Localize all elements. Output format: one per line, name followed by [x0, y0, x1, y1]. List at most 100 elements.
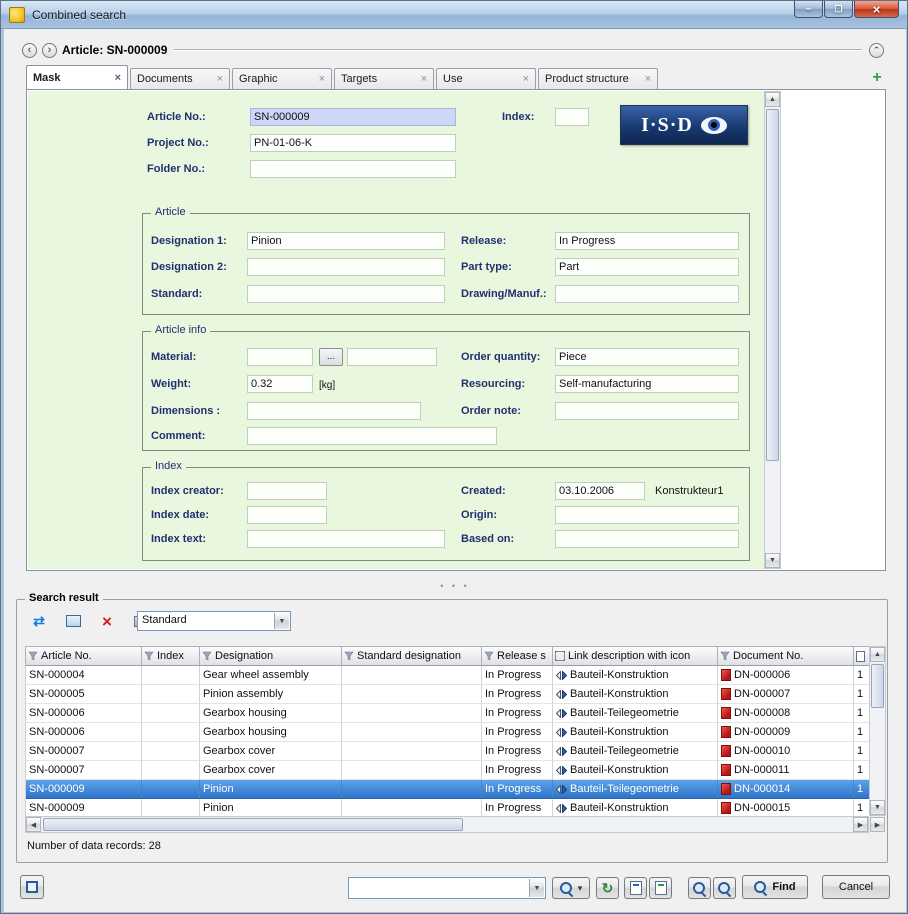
cell-link: Bauteil-Konstruktion: [553, 761, 718, 780]
based-on-field[interactable]: [555, 530, 739, 548]
close-tab-icon[interactable]: [109, 72, 121, 84]
table-row[interactable]: SN-000004Gear wheel assemblyIn ProgressB…: [26, 666, 869, 685]
table-vscrollbar[interactable]: [869, 646, 886, 816]
comment-field[interactable]: [247, 427, 497, 445]
order-note-field[interactable]: [555, 402, 739, 420]
table-row[interactable]: SN-000007Gearbox coverIn ProgressBauteil…: [26, 742, 869, 761]
project-no-field[interactable]: PN-01-06-K: [250, 134, 456, 152]
table-row[interactable]: SN-000006Gearbox housingIn ProgressBaute…: [26, 704, 869, 723]
preview-button[interactable]: [713, 877, 736, 899]
part-type-field[interactable]: Part: [555, 258, 739, 276]
column-header-article-no[interactable]: Article No.: [26, 647, 142, 666]
table-row[interactable]: SN-000006Gearbox housingIn ProgressBaute…: [26, 723, 869, 742]
result-layout-combo[interactable]: Standard: [137, 611, 291, 631]
scroll-up-button[interactable]: [765, 92, 780, 107]
mask-form: Article No.: SN-000009 Index: I·S·D Proj…: [28, 91, 764, 569]
title-bar[interactable]: Combined search: [1, 1, 907, 29]
load-search-button[interactable]: [649, 877, 672, 899]
folder-no-field[interactable]: [250, 160, 456, 178]
table-row[interactable]: SN-000009PinionIn ProgressBauteil-Konstr…: [26, 799, 869, 816]
cell-index: [142, 723, 200, 742]
close-tab-icon[interactable]: [517, 73, 529, 85]
quick-search-combo[interactable]: [348, 877, 546, 899]
created-field[interactable]: 03.10.2006: [555, 482, 645, 500]
column-header-index[interactable]: Index: [142, 647, 200, 666]
tab-targets[interactable]: Targets: [334, 68, 434, 89]
index-field[interactable]: [555, 108, 589, 126]
scroll-thumb[interactable]: [43, 818, 463, 831]
order-quantity-field[interactable]: Piece: [555, 348, 739, 366]
column-header-document-no[interactable]: Document No.: [718, 647, 854, 666]
cell-designation: Gearbox cover: [200, 761, 342, 780]
table-row[interactable]: SN-000007Gearbox coverIn ProgressBauteil…: [26, 761, 869, 780]
material-field-2[interactable]: [347, 348, 437, 366]
index-date-label: Index date:: [151, 509, 209, 521]
add-tab-button[interactable]: [868, 69, 886, 87]
scroll-corner-button[interactable]: [870, 817, 885, 832]
tab-graphic[interactable]: Graphic: [232, 68, 332, 89]
form-scrollbar[interactable]: [764, 91, 781, 569]
nav-forward-button[interactable]: [42, 43, 57, 58]
mask-tab-pane: Article No.: SN-000009 Index: I·S·D Proj…: [26, 89, 886, 571]
designation2-field[interactable]: [247, 258, 445, 276]
table-row[interactable]: SN-000009PinionIn ProgressBauteil-Teileg…: [26, 780, 869, 799]
dimensions-field[interactable]: [247, 402, 421, 420]
new-search-button[interactable]: [624, 877, 647, 899]
column-header-designation[interactable]: Designation: [200, 647, 342, 666]
tab-product-structure[interactable]: Product structure: [538, 68, 658, 89]
tab-mask[interactable]: Mask: [26, 65, 128, 89]
designation1-field[interactable]: Pinion: [247, 232, 445, 250]
tab-documents[interactable]: Documents: [130, 68, 230, 89]
scroll-down-button[interactable]: [870, 800, 885, 815]
find-button[interactable]: Find: [742, 875, 808, 899]
cell-link: Bauteil-Teilegeometrie: [553, 704, 718, 723]
resourcing-field[interactable]: Self-manufacturing: [555, 375, 739, 393]
standard-field[interactable]: [247, 285, 445, 303]
cell-count: 1: [854, 704, 869, 723]
display-button[interactable]: [61, 610, 85, 632]
table-row[interactable]: SN-000005Pinion assemblyIn ProgressBaute…: [26, 685, 869, 704]
column-header-standard-designation[interactable]: Standard designation: [342, 647, 482, 666]
search-settings-button[interactable]: [552, 877, 590, 899]
scroll-down-button[interactable]: [765, 553, 780, 568]
close-tab-icon[interactable]: [415, 73, 427, 85]
refresh-button[interactable]: [596, 877, 619, 899]
column-header-link-description[interactable]: Link description with icon: [553, 647, 718, 666]
close-tab-icon[interactable]: [639, 73, 651, 85]
scroll-up-button[interactable]: [870, 647, 885, 662]
article-no-field[interactable]: SN-000009: [250, 108, 456, 126]
delete-result-button[interactable]: [95, 610, 119, 632]
tab-use[interactable]: Use: [436, 68, 536, 89]
mask-view-button[interactable]: [20, 875, 44, 899]
minimize-button[interactable]: [794, 1, 823, 18]
chevron-down-icon[interactable]: [529, 879, 544, 897]
close-tab-icon[interactable]: [211, 73, 223, 85]
drawing-manuf-field[interactable]: [555, 285, 739, 303]
close-button[interactable]: [854, 1, 899, 18]
column-header-release[interactable]: Release s: [482, 647, 553, 666]
splitter[interactable]: [4, 581, 906, 591]
scroll-thumb[interactable]: [871, 664, 884, 708]
material-browse-button[interactable]: ...: [319, 348, 343, 366]
close-tab-icon[interactable]: [313, 73, 325, 85]
nav-back-button[interactable]: [22, 43, 37, 58]
index-date-field[interactable]: [247, 506, 327, 524]
scroll-right-button[interactable]: [853, 817, 868, 832]
refresh-results-button[interactable]: [27, 610, 51, 632]
origin-field[interactable]: [555, 506, 739, 524]
cell-link: Bauteil-Teilegeometrie: [553, 742, 718, 761]
scroll-left-button[interactable]: [26, 817, 41, 832]
index-creator-field[interactable]: [247, 482, 327, 500]
column-header-count[interactable]: [854, 647, 870, 666]
cancel-button[interactable]: Cancel: [822, 875, 890, 899]
index-text-field[interactable]: [247, 530, 445, 548]
document-search-button[interactable]: [688, 877, 711, 899]
table-hscrollbar[interactable]: [25, 816, 869, 833]
release-field[interactable]: In Progress: [555, 232, 739, 250]
material-field[interactable]: [247, 348, 313, 366]
collapse-panel-button[interactable]: [869, 43, 884, 58]
maximize-button[interactable]: [824, 1, 853, 18]
scroll-thumb[interactable]: [766, 109, 779, 461]
chevron-down-icon[interactable]: [274, 613, 289, 629]
weight-field[interactable]: 0.32: [247, 375, 313, 393]
